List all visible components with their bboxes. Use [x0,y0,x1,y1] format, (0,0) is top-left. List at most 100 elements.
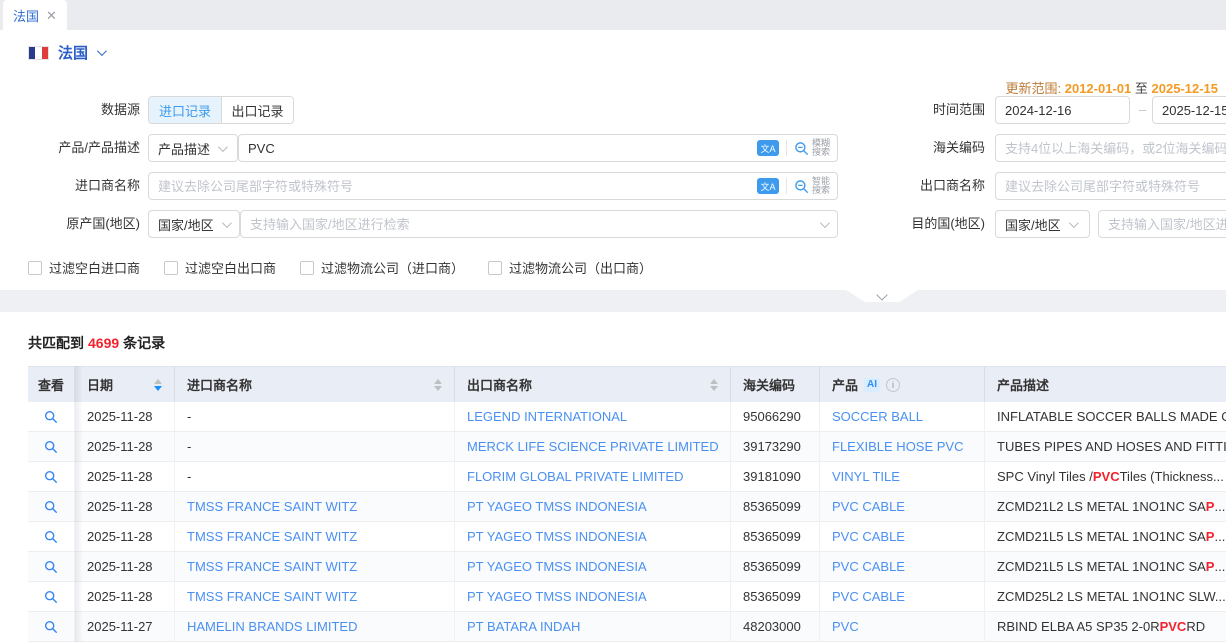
fuzzy-search-toggle[interactable]: 模糊搜索 [794,139,837,158]
view-record-button[interactable] [44,560,58,574]
tab-france[interactable]: 法国 ✕ [3,0,67,30]
view-record-button[interactable] [44,590,58,604]
exporter-name[interactable]: PT YAGEO TMSS INDONESIA [467,499,647,514]
checkbox-icon[interactable] [300,261,314,275]
destination-country-input[interactable] [1098,210,1226,238]
product-link[interactable]: PVC CABLE [832,499,905,514]
view-record-button[interactable] [44,470,58,484]
date-to-field[interactable] [1152,96,1226,124]
view-record-button[interactable] [44,410,58,424]
product-link[interactable]: SOCCER BALL [832,409,923,424]
description-text: ... [1214,499,1225,514]
table-row: 2025-11-28- MERCK LIFE SCIENCE PRIVATE LI… [28,432,1226,462]
exporter-name[interactable]: PT YAGEO TMSS INDONESIA [467,559,647,574]
product-link[interactable]: PVC CABLE [832,589,905,604]
date-from-field[interactable] [995,96,1130,124]
filter-checkbox-3[interactable]: 过滤物流公司（出口商） [488,258,652,277]
origin-select-value: 国家/地区 [158,215,214,234]
product-link[interactable]: PVC CABLE [832,529,905,544]
country-header[interactable]: 法国 [28,42,104,63]
chevron-down-icon[interactable] [97,46,107,56]
description-text: RBIND ELBA A5 SP35 2-0R [997,619,1160,634]
import-records-toggle[interactable]: 进口记录 [149,97,221,123]
filter-checkbox-0[interactable]: 过滤空白进口商 [28,258,140,277]
checkbox-icon[interactable] [488,261,502,275]
exporter-name[interactable]: FLORIM GLOBAL PRIVATE LIMITED [467,469,683,484]
origin-country-input[interactable] [241,211,820,237]
origin-type-select[interactable]: 国家/地区 [148,210,240,238]
view-record-button[interactable] [44,620,58,634]
col-header-view: 查看 [28,367,75,402]
date-cell: 2025-11-28 [75,432,175,461]
filter-checkbox-2[interactable]: 过滤物流公司（进口商） [300,258,464,277]
view-record-button[interactable] [44,440,58,454]
origin-country-field[interactable] [240,210,838,238]
exporter-name[interactable]: PT YAGEO TMSS INDONESIA [467,589,647,604]
product-type-select[interactable]: 产品描述 [148,134,238,162]
smart-search-toggle[interactable]: 智能搜索 [794,177,837,196]
exporter-cell: LEGEND INTERNATIONAL [455,402,731,431]
checkbox-icon[interactable] [164,261,178,275]
exporter-name[interactable]: PT BATARA INDAH [467,619,580,634]
exporter-cell: FLORIM GLOBAL PRIVATE LIMITED [455,462,731,491]
filter-checkbox-1[interactable]: 过滤空白出口商 [164,258,276,277]
importer-name: - [187,409,191,424]
product-cell: PVC CABLE [820,552,985,581]
product-search-input[interactable] [239,135,757,161]
view-record-button[interactable] [44,500,58,514]
destination-type-select[interactable]: 国家/地区 [995,210,1090,238]
product-link[interactable]: FLEXIBLE HOSE PVC [832,439,964,454]
view-record-button[interactable] [44,530,58,544]
product-link[interactable]: PVC [832,619,859,634]
description-text: ZCMD21L5 LS METAL 1NO1NC SA [997,529,1206,544]
importer-name: - [187,439,191,454]
exporter-name[interactable]: MERCK LIFE SCIENCE PRIVATE LIMITED [467,439,719,454]
date-cell: 2025-11-28 [75,522,175,551]
checkbox-label: 过滤物流公司（进口商） [321,258,464,277]
col-header-date[interactable]: 日期 [75,367,175,402]
description-text: TUBES PIPES AND HOSES AND FITTI... [997,439,1226,454]
description-text: ... [1214,529,1225,544]
exporter-input[interactable] [995,172,1226,200]
tab-bar: 法国 ✕ [0,0,1226,30]
exporter-name[interactable]: LEGEND INTERNATIONAL [467,409,627,424]
date-cell: 2025-11-28 [75,462,175,491]
product-link[interactable]: PVC CABLE [832,559,905,574]
update-range-label: 更新范围: [1005,81,1061,96]
france-flag-icon [28,46,49,60]
importer-name[interactable]: HAMELIN BRANDS LIMITED [187,619,357,634]
exporter-label: 出口商名称 [845,172,985,200]
translate-icon[interactable]: 文A [757,178,779,194]
exporter-name[interactable]: PT YAGEO TMSS INDONESIA [467,529,647,544]
importer-name[interactable]: TMSS FRANCE SAINT WITZ [187,529,357,544]
product-search-field[interactable]: 文A 模糊搜索 [238,134,838,162]
translate-icon[interactable]: 文A [757,140,779,156]
table-header: 查看 日期 进口商名称 出口商名称 海关编码 产品 AI i 产品描述 [28,366,1226,402]
tab-close-icon[interactable]: ✕ [46,9,57,22]
date-sorter[interactable] [154,379,162,391]
description-text: ... [1214,559,1225,574]
product-link[interactable]: VINYL TILE [832,469,900,484]
importer-name[interactable]: TMSS FRANCE SAINT WITZ [187,499,357,514]
importer-cell: TMSS FRANCE SAINT WITZ [175,552,455,581]
hs-code-input[interactable] [995,134,1226,162]
chevron-down-icon [222,218,232,228]
exporter-cell: PT YAGEO TMSS INDONESIA [455,582,731,611]
importer-name[interactable]: TMSS FRANCE SAINT WITZ [187,589,357,604]
magnifier-icon [794,141,809,156]
product-cell: FLEXIBLE HOSE PVC [820,432,985,461]
importer-input[interactable] [149,173,757,199]
importer-field[interactable]: 文A 智能搜索 [148,172,838,200]
export-records-toggle[interactable]: 出口记录 [221,97,293,123]
description-highlight: PVC [1160,619,1187,634]
importer-name[interactable]: TMSS FRANCE SAINT WITZ [187,559,357,574]
col-header-exporter[interactable]: 出口商名称 [455,367,731,402]
result-suffix: 条记录 [123,335,165,351]
date-to-input[interactable] [1153,97,1226,123]
exporter-sorter[interactable] [710,379,718,391]
importer-sorter[interactable] [434,379,442,391]
time-range-label: 时间范围 [845,96,985,124]
col-header-importer[interactable]: 进口商名称 [175,367,455,402]
info-icon[interactable]: i [886,378,900,392]
checkbox-icon[interactable] [28,261,42,275]
